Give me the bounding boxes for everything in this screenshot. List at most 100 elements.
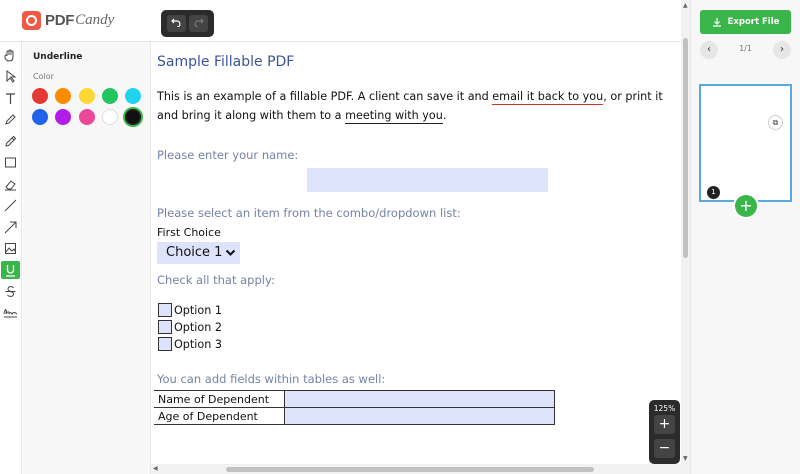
choice-dropdown[interactable]: Choice 1 <box>157 242 240 264</box>
pen-tool[interactable] <box>1 110 20 128</box>
zoom-in-button[interactable]: + <box>654 415 675 434</box>
color-swatch-orange[interactable] <box>55 88 71 104</box>
next-page-button[interactable]: › <box>773 41 791 59</box>
combo-caption: First Choice <box>157 226 221 239</box>
vertical-scroll-thumb[interactable] <box>683 38 688 258</box>
dependents-table: Name of Dependent Age of Dependent <box>154 390 555 425</box>
text-tool[interactable] <box>1 89 20 107</box>
eraser-tool[interactable] <box>1 175 20 193</box>
color-swatch-red[interactable] <box>32 88 48 104</box>
name-field[interactable] <box>307 168 548 192</box>
color-swatch-pink[interactable] <box>79 109 95 125</box>
undo-button[interactable] <box>166 15 186 32</box>
checkbox-option-3[interactable]: Option 3 <box>158 337 222 351</box>
table-cell-label: Age of Dependent <box>154 407 285 425</box>
table-row: Age of Dependent <box>154 407 555 425</box>
tools-sidebar <box>0 42 22 474</box>
scroll-down-arrow-icon[interactable]: ▼ <box>683 455 688 462</box>
checkbox-option-1[interactable]: Option 1 <box>158 303 222 317</box>
checkbox[interactable] <box>158 320 172 334</box>
strikethrough-icon <box>5 285 16 297</box>
pdfcandy-logo[interactable]: PDF Candy <box>22 11 114 30</box>
cursor-icon <box>6 69 17 83</box>
zoom-controls: 125% + − <box>649 400 680 464</box>
checkbox[interactable] <box>158 337 172 351</box>
line-icon <box>4 199 17 211</box>
pencil-icon <box>5 135 17 147</box>
hand-tool[interactable] <box>1 46 20 64</box>
checkbox-label: Option 1 <box>174 303 223 317</box>
name-prompt: Please enter your name: <box>157 148 299 162</box>
signature-icon <box>3 308 18 317</box>
color-label: Color <box>33 72 54 81</box>
select-tool[interactable] <box>1 67 20 85</box>
underline-tool[interactable] <box>1 261 20 279</box>
redo-icon <box>194 18 204 28</box>
duplicate-page-icon[interactable]: ⧉ <box>768 115 783 130</box>
horizontal-scroll-thumb[interactable] <box>226 467 594 472</box>
export-label: Export File <box>727 17 780 27</box>
history-toolbar <box>161 10 214 37</box>
document-intro: This is an example of a fillable PDF. A … <box>157 87 681 125</box>
checkbox-option-2[interactable]: Option 2 <box>158 320 222 334</box>
image-tool[interactable] <box>1 239 20 257</box>
dependent-name-field[interactable] <box>283 390 555 408</box>
table-row: Name of Dependent <box>154 390 555 408</box>
page-number-badge: 1 <box>707 186 720 199</box>
checkbox-prompt: Check all that apply: <box>157 273 275 287</box>
color-swatch-purple[interactable] <box>55 109 71 125</box>
underlined-phrase-email[interactable]: email it back to you <box>492 90 604 105</box>
color-swatch-black[interactable] <box>125 109 141 125</box>
checkbox[interactable] <box>158 303 172 317</box>
logo-text-pdf: PDF <box>45 12 75 29</box>
intro-text-a: This is an example of a fillable PDF. A … <box>157 90 493 103</box>
zoom-level: 125% <box>653 404 676 413</box>
rectangle-tool[interactable] <box>1 153 20 171</box>
color-swatch-yellow[interactable] <box>79 88 95 104</box>
arrow-icon <box>4 221 17 233</box>
color-swatch-white[interactable] <box>102 109 118 125</box>
underline-settings-panel: Underline Color <box>23 42 151 474</box>
scroll-left-arrow-icon[interactable]: ◀ <box>153 465 158 472</box>
underline-icon <box>6 264 15 277</box>
dependent-age-field[interactable] <box>283 407 555 425</box>
line-tool[interactable] <box>1 196 20 214</box>
text-icon <box>6 92 15 104</box>
rectangle-icon <box>5 157 16 167</box>
horizontal-scrollbar[interactable]: ◀ <box>151 464 690 474</box>
color-swatch-blue[interactable] <box>32 109 48 125</box>
pages-panel: Export File ‹ 1/1 › ⧉ 1 + <box>690 0 800 474</box>
scroll-up-arrow-icon[interactable]: ▲ <box>683 2 688 9</box>
add-page-button[interactable]: + <box>735 195 757 217</box>
pen-icon <box>5 113 16 125</box>
panel-title: Underline <box>33 52 83 62</box>
color-swatch-cyan[interactable] <box>125 88 141 104</box>
intro-text-c: . <box>442 109 447 122</box>
undo-icon <box>171 18 181 28</box>
eraser-icon <box>5 179 16 190</box>
logo-icon <box>22 11 41 30</box>
table-cell-label: Name of Dependent <box>154 390 285 408</box>
underlined-phrase-meeting[interactable]: meeting with you <box>345 109 443 124</box>
image-icon <box>5 242 16 254</box>
arrow-tool[interactable] <box>1 218 20 236</box>
redo-button[interactable] <box>189 15 209 32</box>
dropdown-value: Choice 1 <box>166 245 223 260</box>
signature-tool[interactable] <box>1 303 20 321</box>
checkbox-label: Option 3 <box>174 337 223 351</box>
color-swatch-green[interactable] <box>102 88 118 104</box>
hand-icon <box>4 49 14 62</box>
chevron-down-icon <box>225 242 236 272</box>
table-prompt: You can add fields within tables as well… <box>157 372 386 386</box>
strikethrough-tool[interactable] <box>1 282 20 300</box>
vertical-scrollbar[interactable]: ▲ ▼ <box>681 0 690 464</box>
page-navigator: ‹ 1/1 › <box>700 41 791 59</box>
document-title: Sample Fillable PDF <box>157 54 295 70</box>
combo-prompt: Please select an item from the combo/dro… <box>157 206 461 220</box>
checkbox-label: Option 2 <box>174 320 223 334</box>
top-header: PDF Candy <box>0 0 690 42</box>
page-thumbnail[interactable]: ⧉ 1 <box>699 84 792 202</box>
zoom-out-button[interactable]: − <box>654 439 675 458</box>
pencil-tool[interactable] <box>1 132 20 150</box>
export-file-button[interactable]: Export File <box>700 10 791 34</box>
